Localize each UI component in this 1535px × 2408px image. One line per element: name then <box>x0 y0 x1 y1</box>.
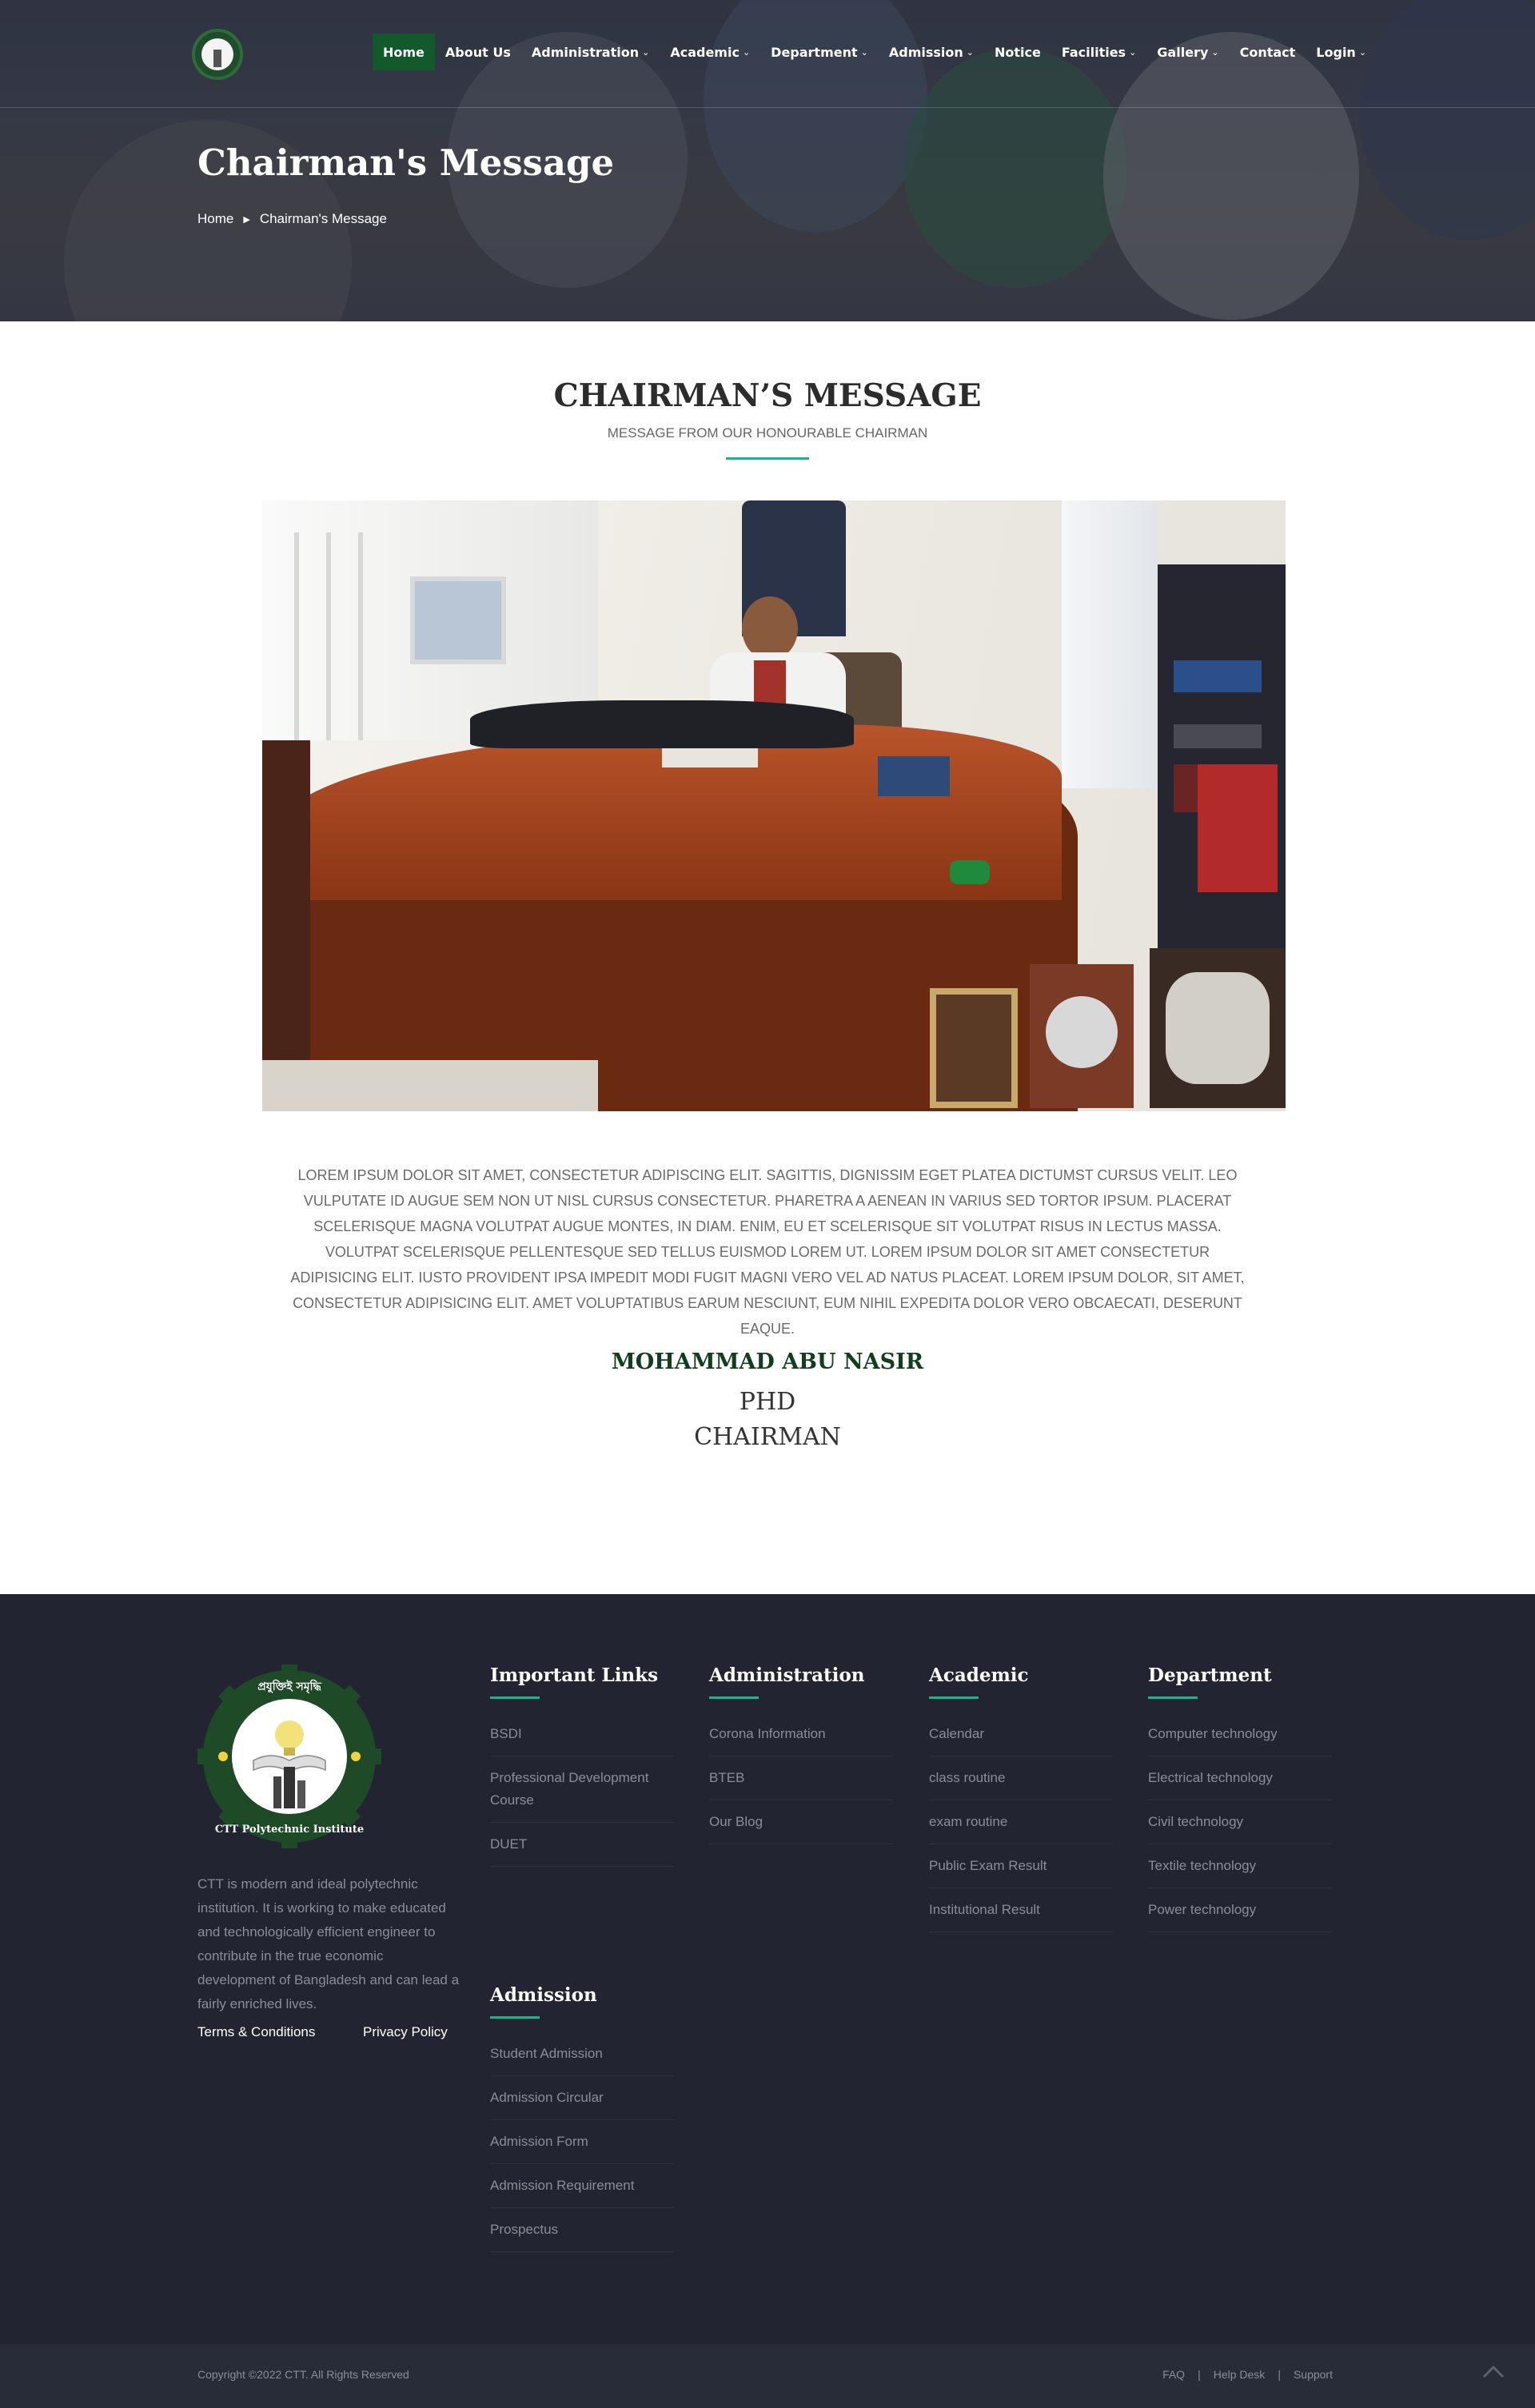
footer-link-our-blog[interactable]: Our Blog <box>709 1800 893 1844</box>
footer-heading-underline <box>490 2016 540 2019</box>
chairman-message-text: LOREM IPSUM DOLOR SIT AMET, CONSECTETUR … <box>290 1167 1245 1337</box>
footer-link-corona-information[interactable]: Corona Information <box>709 1712 893 1756</box>
nav-item-notice[interactable]: Notice <box>984 34 1051 70</box>
chevron-down-icon: ⌄ <box>1211 46 1219 58</box>
footer-about-text: CTT is modern and ideal polytechnic inst… <box>197 1876 460 2011</box>
footer-link-civil-technology[interactable]: Civil technology <box>1148 1800 1332 1844</box>
footer-heading-underline <box>709 1696 759 1699</box>
chevron-down-icon: ⌄ <box>1129 46 1137 58</box>
svg-text:প্রযুক্তিই সমৃদ্ধি: প্রযুক্তিই সমৃদ্ধি <box>257 1679 321 1694</box>
section-heading: CHAIRMAN’S MESSAGE <box>553 377 982 414</box>
footer-heading-underline <box>1148 1696 1198 1699</box>
chevron-down-icon: ⌄ <box>742 46 751 58</box>
chevron-down-icon: ⌄ <box>642 46 650 58</box>
institute-logo[interactable] <box>192 29 243 80</box>
footer-link-bteb[interactable]: BTEB <box>709 1756 893 1800</box>
footer-link-duet[interactable]: DUET <box>490 1823 674 1867</box>
breadcrumb-home-link[interactable]: Home <box>197 211 233 227</box>
footer-list-important-links: BSDI Professional Development Course DUE… <box>490 1712 674 1867</box>
copyright-text: Copyright ©2022 CTT. All Rights Reserved <box>197 2368 409 2381</box>
nav-item-contact[interactable]: Contact <box>1230 34 1306 70</box>
footer-list-administration: Corona Information BTEB Our Blog <box>709 1712 893 1844</box>
footer-link-admission-requirement[interactable]: Admission Requirement <box>490 2164 674 2208</box>
faq-link[interactable]: FAQ <box>1162 2368 1185 2381</box>
terms-link[interactable]: Terms & Conditions <box>197 2024 315 2040</box>
footer-link-prospectus[interactable]: Prospectus <box>490 2208 674 2252</box>
help-desk-link[interactable]: Help Desk <box>1214 2368 1266 2381</box>
chevron-down-icon: ⌄ <box>860 46 868 58</box>
breadcrumb: Home ▶ Chairman's Message <box>197 211 387 227</box>
footer-list-admission: Student Admission Admission Circular Adm… <box>490 2032 674 2252</box>
scroll-to-top-button[interactable] <box>1477 2355 1509 2387</box>
footer-link-admission-circular[interactable]: Admission Circular <box>490 2076 674 2120</box>
nav-item-admission[interactable]: Admission ⌄ <box>879 34 984 70</box>
chevron-up-icon <box>1482 2365 1505 2378</box>
nav-item-department[interactable]: Department ⌄ <box>760 34 879 70</box>
support-link[interactable]: Support <box>1294 2368 1333 2381</box>
footer-heading-underline <box>490 1696 540 1699</box>
link-divider: | <box>1198 2368 1201 2381</box>
nav-item-gallery[interactable]: Gallery ⌄ <box>1146 34 1229 70</box>
footer-heading-underline <box>929 1696 979 1699</box>
footer-link-public-exam-result[interactable]: Public Exam Result <box>929 1844 1113 1888</box>
footer-heading-administration: Administration <box>709 1664 865 1686</box>
footer-bottom-links: FAQ | Help Desk | Support <box>1162 2368 1333 2381</box>
nav-item-home[interactable]: Home <box>373 34 435 70</box>
main-navigation: Home About Us Administration ⌄ Academic ⌄ … <box>0 0 1535 108</box>
chevron-down-icon: ⌄ <box>966 46 974 58</box>
nav-item-about-us[interactable]: About Us <box>435 34 521 70</box>
footer-bottom-bar: Copyright ©2022 CTT. All Rights Reserved… <box>0 2344 1535 2408</box>
footer-list-academic: Calendar class routine exam routine Publ… <box>929 1712 1113 1932</box>
footer-link-bsdi[interactable]: BSDI <box>490 1712 674 1756</box>
footer-link-admission-form[interactable]: Admission Form <box>490 2120 674 2164</box>
section-subheading: MESSAGE FROM OUR HONOURABLE CHAIRMAN <box>607 425 928 441</box>
nav-item-administration[interactable]: Administration ⌄ <box>521 34 660 70</box>
footer-heading-department: Department <box>1148 1664 1272 1686</box>
footer-link-class-routine[interactable]: class routine <box>929 1756 1113 1800</box>
triangle-right-icon: ▶ <box>243 214 250 225</box>
footer-heading-important-links: Important Links <box>490 1664 659 1686</box>
footer-link-exam-routine[interactable]: exam routine <box>929 1800 1113 1844</box>
footer-link-power-technology[interactable]: Power technology <box>1148 1888 1332 1932</box>
page-title: Chairman's Message <box>197 142 615 184</box>
chevron-down-icon: ⌄ <box>1358 46 1367 58</box>
privacy-link[interactable]: Privacy Policy <box>363 2024 448 2040</box>
site-footer: প্রযুক্তিই সমৃদ্ধি CTT Polytechnic Insti… <box>0 1594 1535 2344</box>
footer-heading-admission: Admission <box>490 1984 597 2006</box>
institute-logo[interactable]: প্রযুক্তিই সমৃদ্ধি CTT Polytechnic Insti… <box>197 1664 381 1848</box>
footer-link-computer-technology[interactable]: Computer technology <box>1148 1712 1332 1756</box>
link-divider: | <box>1278 2368 1281 2381</box>
heading-underline <box>726 457 809 460</box>
nav-menu: Home About Us Administration ⌄ Academic ⌄ … <box>373 34 1377 70</box>
footer-link-electrical-technology[interactable]: Electrical technology <box>1148 1756 1332 1800</box>
svg-text:CTT Polytechnic Institute: CTT Polytechnic Institute <box>215 1824 364 1836</box>
chairman-degree: PHD <box>739 1388 796 1416</box>
footer-list-department: Computer technology Electrical technolog… <box>1148 1712 1332 1932</box>
breadcrumb-current: Chairman's Message <box>259 211 387 226</box>
chairman-title: CHAIRMAN <box>694 1423 841 1451</box>
chairman-photo <box>262 500 1286 1111</box>
footer-link-institutional-result[interactable]: Institutional Result <box>929 1888 1113 1932</box>
footer-link-professional-development[interactable]: Professional Development Course <box>490 1756 674 1823</box>
nav-item-facilities[interactable]: Facilities ⌄ <box>1051 34 1146 70</box>
footer-heading-academic: Academic <box>929 1664 1029 1686</box>
page-hero: Home About Us Administration ⌄ Academic ⌄ … <box>0 0 1535 321</box>
footer-link-calendar[interactable]: Calendar <box>929 1712 1113 1756</box>
footer-link-textile-technology[interactable]: Textile technology <box>1148 1844 1332 1888</box>
nav-item-academic[interactable]: Academic ⌄ <box>660 34 760 70</box>
chairman-name: MOHAMMAD ABU NASIR <box>611 1350 924 1374</box>
nav-item-login[interactable]: Login ⌄ <box>1306 34 1377 70</box>
footer-link-student-admission[interactable]: Student Admission <box>490 2032 674 2076</box>
